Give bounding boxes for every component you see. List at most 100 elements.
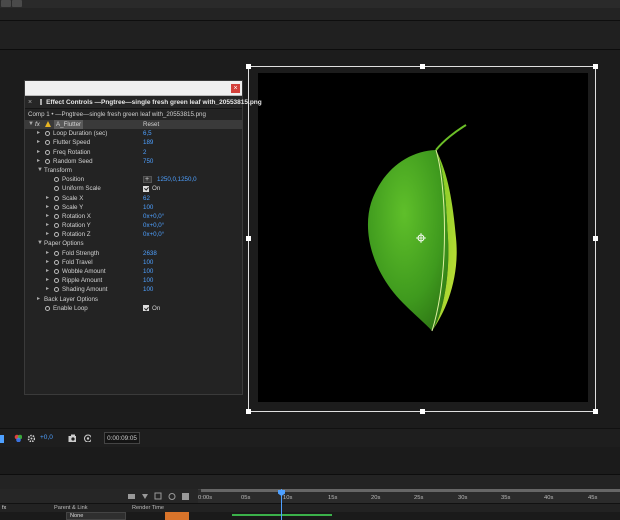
stopwatch-icon[interactable] (45, 149, 50, 155)
expand-arrow-icon[interactable]: ▸ (37, 295, 40, 304)
stopwatch-icon[interactable] (54, 259, 59, 265)
transform-handle-mr[interactable] (593, 236, 598, 241)
expand-arrow-icon[interactable]: ▸ (46, 267, 49, 276)
param-row[interactable]: ▸ Random Seed 750 (25, 157, 242, 166)
anchor-point-icon[interactable] (416, 233, 426, 243)
param-row[interactable]: ▸ Wobble Amount 100 (25, 267, 242, 276)
param-row[interactable]: ▸ Ripple Amount 100 (25, 276, 242, 285)
panel-title-bar[interactable]: × (25, 81, 242, 96)
region-icon[interactable] (0, 435, 4, 443)
stopwatch-icon[interactable] (54, 186, 59, 192)
transform-handle-ml[interactable] (246, 236, 251, 241)
work-area-bar[interactable] (201, 489, 620, 492)
collapse-arrow-icon[interactable]: ▼ (37, 166, 43, 175)
menu-button-2[interactable] (12, 0, 22, 7)
stopwatch-icon[interactable] (54, 232, 59, 238)
checkbox[interactable] (143, 185, 149, 192)
param-value[interactable]: 62 (143, 194, 150, 203)
param-value[interactable]: 1250,0,1250,0 (157, 175, 197, 184)
expand-arrow-icon[interactable]: ▸ (46, 230, 49, 239)
stopwatch-icon[interactable] (54, 177, 59, 183)
expand-arrow-icon[interactable]: ▸ (46, 203, 49, 212)
stopwatch-icon[interactable] (54, 250, 59, 256)
stopwatch-icon[interactable] (54, 204, 59, 210)
param-row[interactable]: ▸ Loop Duration (sec) 6,5 (25, 129, 242, 138)
transform-handle-tr[interactable] (593, 64, 598, 69)
param-row[interactable]: ▸ Shading Amount 100 (25, 285, 242, 294)
expand-arrow-icon[interactable]: ▸ (46, 249, 49, 258)
camera-icon[interactable] (68, 434, 76, 442)
transform-handle-tc[interactable] (420, 64, 425, 69)
param-row[interactable]: Position 1250,0,1250,0 (25, 175, 242, 184)
param-value[interactable]: 0x+0,0° (143, 212, 164, 221)
param-value[interactable]: 100 (143, 267, 153, 276)
expand-arrow-icon[interactable]: ▸ (46, 276, 49, 285)
param-value[interactable]: 750 (143, 157, 153, 166)
color-channels-icon[interactable] (14, 434, 22, 442)
param-row[interactable]: Enable Loop On (25, 304, 242, 313)
param-value[interactable]: 100 (143, 285, 153, 294)
stopwatch-icon[interactable] (54, 223, 59, 229)
menu-button[interactable] (1, 0, 11, 7)
transform-handle-bl[interactable] (246, 409, 251, 414)
stopwatch-icon[interactable] (54, 195, 59, 201)
param-value[interactable]: 0x+0,0° (143, 230, 164, 239)
param-row[interactable]: ▸ Flutter Speed 189 (25, 138, 242, 147)
close-button[interactable]: × (231, 84, 240, 93)
lock-icon[interactable] (40, 99, 43, 105)
parent-dropdown[interactable]: None (66, 512, 126, 520)
stopwatch-icon[interactable] (54, 213, 59, 219)
exposure-value[interactable]: +0,0 (40, 434, 53, 441)
expand-arrow-icon[interactable]: ▸ (46, 285, 49, 294)
current-time-field[interactable]: 0:00:09:05 (104, 432, 140, 444)
param-value[interactable]: 2638 (143, 249, 157, 258)
stopwatch-icon[interactable] (45, 131, 50, 137)
param-value[interactable]: 100 (143, 258, 153, 267)
tab-effect-controls[interactable]: × Effect Controls —Pngtree—single fresh … (25, 96, 262, 109)
collapse-arrow-icon[interactable]: ▼ (28, 120, 34, 129)
expand-arrow-icon[interactable]: ▸ (46, 212, 49, 221)
reset-link[interactable]: Reset (143, 120, 159, 129)
param-row[interactable]: ▸ Rotation Z 0x+0,0° (25, 230, 242, 239)
collapse-arrow-icon[interactable]: ▼ (37, 239, 43, 248)
param-row[interactable]: ▸ Freq Rotation 2 (25, 148, 242, 157)
expand-arrow-icon[interactable]: ▸ (37, 148, 40, 157)
expand-arrow-icon[interactable]: ▸ (37, 129, 40, 138)
expand-arrow-icon[interactable]: ▸ (46, 258, 49, 267)
param-row[interactable]: ▸ Scale Y 100 (25, 203, 242, 212)
expand-arrow-icon[interactable]: ▸ (37, 157, 40, 166)
param-row[interactable]: ▸ Fold Strength 2638 (25, 249, 242, 258)
param-row[interactable]: ▸ Rotation Y 0x+0,0° (25, 221, 242, 230)
param-value[interactable]: 100 (143, 276, 153, 285)
transform-handle-tl[interactable] (246, 64, 251, 69)
position-target-icon[interactable] (143, 175, 152, 184)
param-value[interactable]: 0x+0,0° (143, 221, 164, 230)
stopwatch-icon[interactable] (54, 269, 59, 274)
checkbox[interactable] (143, 305, 149, 312)
param-value[interactable]: 2 (143, 148, 146, 157)
param-row[interactable]: ▸ Fold Travel 100 (25, 258, 242, 267)
param-value[interactable]: 100 (143, 203, 153, 212)
stopwatch-icon[interactable] (45, 305, 50, 311)
effect-header-row[interactable]: ▼ fx A_Flutter Reset (25, 120, 242, 130)
expand-arrow-icon[interactable]: ▸ (46, 221, 49, 230)
expand-arrow-icon[interactable]: ▸ (37, 138, 40, 147)
expand-arrow-icon[interactable]: ▸ (46, 194, 49, 203)
transform-handle-bc[interactable] (420, 409, 425, 414)
section-back-layer-options[interactable]: ▸ Back Layer Options (25, 295, 242, 304)
transform-handle-br[interactable] (593, 409, 598, 414)
stopwatch-icon[interactable] (45, 158, 50, 164)
timeline-tool-icons[interactable] (128, 492, 192, 501)
gear-icon[interactable] (27, 434, 35, 442)
section-paper-options[interactable]: ▼ Paper Options (25, 239, 242, 248)
stopwatch-icon[interactable] (54, 278, 59, 284)
param-value[interactable]: 6,5 (143, 129, 152, 138)
fx-toggle[interactable]: fx (35, 120, 40, 129)
param-row[interactable]: Uniform Scale On (25, 184, 242, 193)
show-snapshot-icon[interactable] (83, 434, 91, 442)
section-transform[interactable]: ▼ Transform (25, 166, 242, 175)
stopwatch-icon[interactable] (54, 287, 59, 293)
param-row[interactable]: ▸ Scale X 62 (25, 194, 242, 203)
param-value[interactable]: 189 (143, 138, 153, 147)
stopwatch-icon[interactable] (45, 140, 50, 146)
